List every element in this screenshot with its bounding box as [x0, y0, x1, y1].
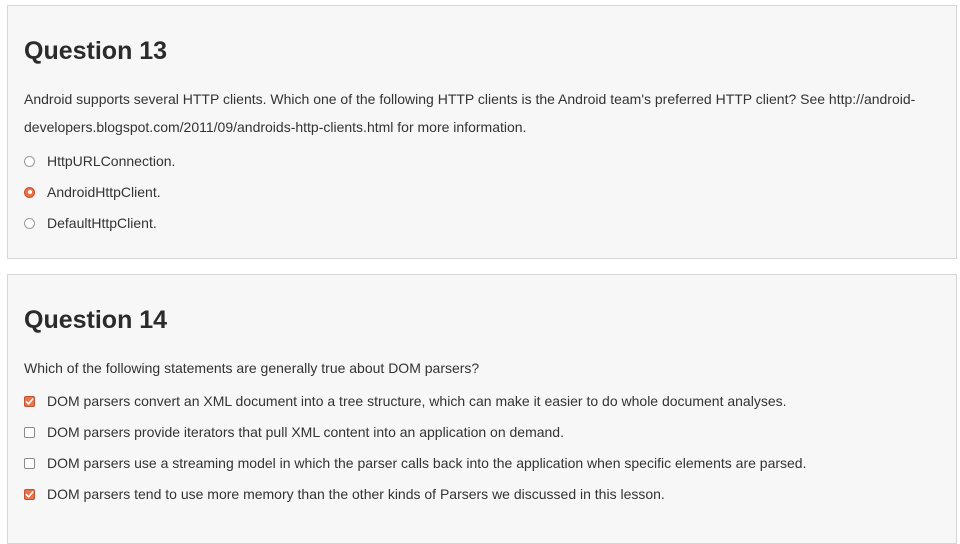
question-title: Question 14	[24, 306, 168, 334]
radio-option-defaulthttpclient[interactable]: DefaultHttpClient.	[24, 213, 157, 233]
option-label: DOM parsers tend to use more memory than…	[47, 486, 665, 502]
checkbox-option-tree-structure[interactable]: DOM parsers convert an XML document into…	[24, 391, 787, 411]
radio-button[interactable]	[24, 186, 35, 198]
question-text: Android supports several HTTP clients. W…	[24, 91, 916, 135]
option-label: DOM parsers provide iterators that pull …	[47, 424, 564, 440]
option-label: HttpURLConnection.	[47, 153, 176, 169]
radio-button[interactable]	[24, 155, 35, 167]
checkbox[interactable]	[24, 488, 35, 500]
option-label: AndroidHttpClient.	[47, 184, 161, 200]
checkbox-option-more-memory[interactable]: DOM parsers tend to use more memory than…	[24, 484, 665, 504]
radio-option-androidhttpclient[interactable]: AndroidHttpClient.	[24, 182, 161, 202]
checkbox[interactable]	[24, 395, 35, 407]
radio-button[interactable]	[24, 217, 35, 229]
option-label: DOM parsers convert an XML document into…	[47, 393, 787, 409]
checkbox[interactable]	[24, 426, 35, 438]
checkmark-icon	[25, 490, 34, 498]
checkmark-icon	[25, 397, 34, 405]
checkbox-option-streaming-model[interactable]: DOM parsers use a streaming model in whi…	[24, 453, 806, 473]
checkbox-option-iterators[interactable]: DOM parsers provide iterators that pull …	[24, 422, 564, 442]
question-card-14: Question 14 Which of the following state…	[7, 274, 957, 544]
question-card-13: Question 13 Android supports several HTT…	[7, 5, 957, 259]
radio-option-httpurlconnection[interactable]: HttpURLConnection.	[24, 151, 175, 171]
option-label: DefaultHttpClient.	[47, 215, 157, 231]
option-label: DOM parsers use a streaming model in whi…	[47, 455, 807, 471]
checkbox[interactable]	[24, 457, 35, 469]
question-title: Question 13	[24, 37, 168, 65]
question-text: Which of the following statements are ge…	[24, 360, 480, 376]
